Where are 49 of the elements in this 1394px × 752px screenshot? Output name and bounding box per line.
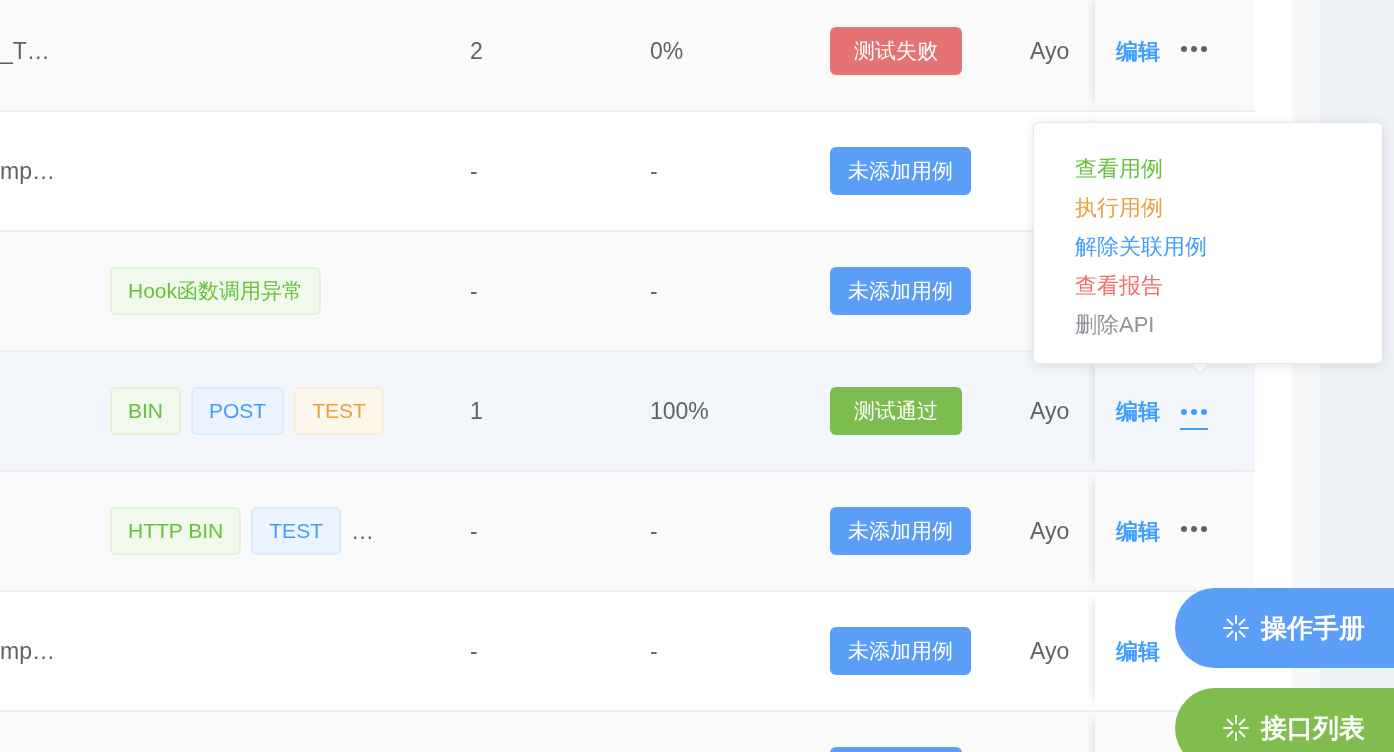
owner-name: Ayo: [1030, 517, 1070, 544]
owner-name: Ayo: [1030, 397, 1070, 424]
spinner-icon: [1223, 715, 1249, 741]
case-count: -: [470, 517, 478, 544]
tag: POST: [191, 387, 285, 435]
tag: TEST: [294, 387, 384, 435]
pass-rate: -: [650, 637, 658, 664]
edit-link[interactable]: 编辑: [1116, 634, 1160, 668]
more-icon: [1180, 408, 1208, 416]
status-badge: 未添加用例: [830, 147, 971, 195]
case-count: -: [470, 637, 478, 664]
status-badge: 未添加用例: [830, 267, 971, 315]
more-icon: [1180, 525, 1208, 533]
menu-item[interactable]: 查看报告: [1075, 266, 1163, 305]
tag: TEST: [251, 507, 341, 555]
pass-rate: -: [650, 157, 658, 184]
spinner-icon: [1223, 615, 1249, 641]
case-count: 1: [470, 397, 483, 424]
status-badge: 未添加用例: [830, 507, 971, 555]
owner-name: Ayo: [1030, 637, 1070, 664]
edit-link[interactable]: 编辑: [1116, 34, 1160, 68]
menu-item[interactable]: 查看用例: [1075, 149, 1163, 188]
status-badge: 测试通过: [830, 387, 962, 435]
overflow-ellipsis: …: [350, 516, 374, 546]
more-button[interactable]: [1180, 408, 1208, 430]
case-count: -: [470, 277, 478, 304]
case-count: 2: [470, 37, 483, 64]
pass-rate: -: [650, 277, 658, 304]
floating-button[interactable]: 操作手册: [1175, 588, 1394, 668]
api-name: mp…: [0, 637, 55, 664]
api-name: mp…: [0, 157, 55, 184]
case-count: -: [470, 157, 478, 184]
edit-link[interactable]: 编辑: [1116, 514, 1160, 548]
tag: BIN: [110, 387, 181, 435]
pass-rate: 0%: [650, 37, 684, 64]
status-badge: 测试失败: [830, 27, 962, 75]
api-name: _T…: [0, 37, 50, 64]
tag: Hook函数调用异常: [110, 267, 322, 315]
floating-button[interactable]: 接口列表: [1175, 688, 1394, 752]
status-badge: 未添加用例: [830, 627, 971, 675]
pass-rate: 100%: [650, 397, 709, 424]
pass-rate: -: [650, 517, 658, 544]
menu-item[interactable]: 解除关联用例: [1075, 227, 1207, 266]
tag: HTTP BIN: [110, 507, 242, 555]
menu-item[interactable]: 执行用例: [1075, 188, 1163, 227]
menu-item[interactable]: 删除API: [1075, 305, 1155, 344]
owner-name: Ayo: [1030, 37, 1070, 64]
more-icon: [1180, 45, 1208, 53]
edit-link[interactable]: 编辑: [1116, 394, 1160, 428]
